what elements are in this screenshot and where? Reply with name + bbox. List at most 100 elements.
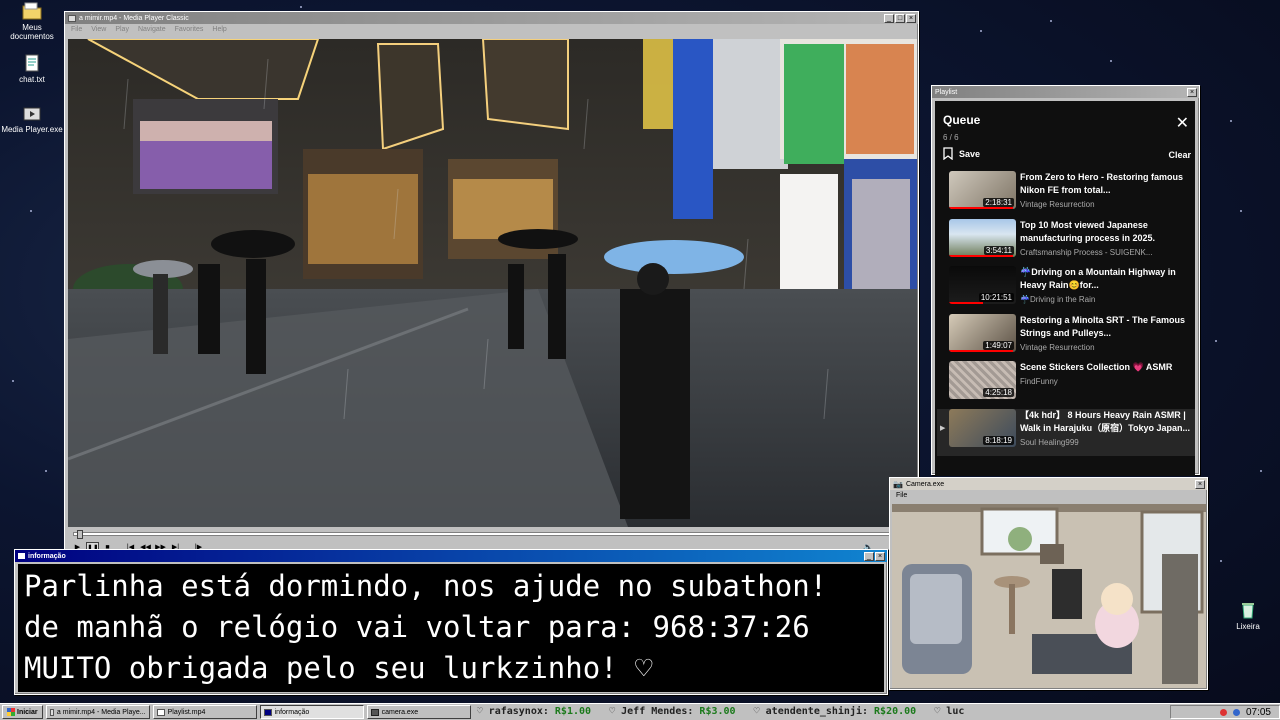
video-frame[interactable]	[68, 39, 917, 527]
system-tray: 07:05	[1170, 705, 1280, 719]
text-file-icon	[22, 54, 42, 72]
bookmark-icon	[943, 147, 953, 160]
desktop-icon-media-player[interactable]: Media Player.exe	[0, 104, 64, 134]
info-titlebar[interactable]: informação _ ×	[15, 550, 887, 562]
queue-item[interactable]: 10:21:51 ☔Driving on a Mountain Highway …	[937, 266, 1195, 314]
duration-badge: 2:18:31	[983, 198, 1014, 207]
close-button[interactable]: ×	[1187, 87, 1197, 97]
donation-amount: R$1.00	[554, 706, 592, 717]
maximize-button[interactable]: □	[895, 13, 905, 23]
donor-name: luc	[946, 706, 965, 717]
media-player-title: a mimir.mp4 - Media Player Classic	[79, 14, 189, 22]
desktop-icon-label: Meus documentos	[10, 23, 54, 41]
start-label: Iniciar	[17, 708, 38, 716]
queue-item[interactable]: 2:18:31 From Zero to Hero - Restoring fa…	[937, 171, 1195, 219]
recycle-bin-icon	[1238, 601, 1258, 619]
taskbar-item-camera[interactable]: camera.exe	[366, 705, 471, 719]
camera-titlebar[interactable]: 📷 Camera.exe ×	[890, 478, 1207, 490]
menu-view[interactable]: View	[91, 26, 106, 33]
queue-item-now-playing[interactable]: ▶ 8:18:19 【4k hdr】 8 Hours Heavy Rain AS…	[937, 408, 1195, 456]
window-icon	[156, 708, 165, 716]
close-icon[interactable]: ✕	[1176, 113, 1189, 133]
queue-item[interactable]: 3:54:11 Top 10 Most viewed Japanese manu…	[937, 218, 1195, 267]
info-line: Parlinha está dormindo, nos ajude no sub…	[24, 569, 828, 603]
duration-badge: 4:25:18	[983, 388, 1014, 397]
queue-item[interactable]: 1:49:07 Restoring a Minolta SRT - The Fa…	[937, 313, 1195, 362]
channel-name: Soul Healing999	[1020, 437, 1079, 447]
video-title: Restoring a Minolta SRT - The Famous Str…	[1020, 314, 1186, 338]
queue-header: Queue	[943, 113, 981, 127]
media-player-titlebar[interactable]: a mimir.mp4 - Media Player Classic _ □ ×	[65, 12, 918, 24]
playlist-window[interactable]: Playlist × Queue 6 / 6 ✕ Save Clear 2:18…	[931, 85, 1200, 476]
menu-favorites[interactable]: Favorites	[175, 26, 204, 33]
now-playing-icon: ▶	[940, 424, 946, 432]
channel-name: FindFunny	[1020, 377, 1058, 386]
taskbar-item-label: a mimir.mp4 - Media Playe...	[56, 708, 146, 716]
video-thumbnail: 4:25:18	[949, 361, 1016, 399]
room-scene	[892, 504, 1206, 688]
media-player-app-icon	[68, 14, 76, 22]
menu-play[interactable]: Play	[115, 26, 129, 33]
minimize-button[interactable]: _	[864, 551, 874, 561]
camera-app-icon: 📷	[893, 479, 903, 489]
donation-amount: R$20.00	[874, 706, 917, 717]
menu-file[interactable]: File	[71, 26, 82, 33]
tray-icon[interactable]	[1232, 708, 1240, 716]
queue-item[interactable]: 4:25:18 Scene Stickers Collection 💗 ASMR…	[937, 361, 1195, 409]
save-label: Save	[959, 148, 981, 159]
channel-name: Vintage Resurrection	[1020, 200, 1095, 209]
clock: 07:05	[1245, 706, 1271, 718]
close-button[interactable]: ×	[875, 551, 885, 561]
window-app-icon	[18, 553, 25, 559]
playlist-titlebar[interactable]: Playlist ×	[932, 86, 1199, 98]
windows-logo-icon	[7, 708, 15, 716]
camera-icon	[370, 708, 379, 716]
menu-navigate[interactable]: Navigate	[138, 26, 166, 33]
info-window[interactable]: informação _ × Parlinha está dormindo, n…	[14, 549, 888, 695]
menu-file[interactable]: File	[896, 492, 907, 499]
playlist-window-title: Playlist	[935, 88, 958, 96]
video-thumbnail: 3:54:11	[949, 218, 1016, 257]
close-button[interactable]: ×	[906, 13, 916, 23]
watch-progress	[949, 254, 1013, 257]
duration-badge: 1:49:07	[983, 340, 1014, 350]
minimize-button[interactable]: _	[884, 13, 894, 23]
close-button[interactable]: ×	[1195, 479, 1205, 489]
menu-help[interactable]: Help	[212, 26, 226, 33]
camera-menubar: File	[890, 490, 1207, 501]
start-button[interactable]: Iniciar	[2, 705, 43, 719]
desktop-icon-label: chat.txt	[19, 75, 45, 84]
media-player-window[interactable]: a mimir.mp4 - Media Player Classic _ □ ×…	[64, 11, 919, 553]
video-title: ☔Driving on a Mountain Highway in Heavy …	[1020, 267, 1176, 290]
save-button[interactable]: Save	[943, 147, 980, 160]
video-thumbnail: 2:18:31	[949, 171, 1016, 209]
watch-progress	[949, 207, 1013, 209]
desktop-icon-documents[interactable]: Meus documentos	[0, 2, 64, 41]
clear-button[interactable]: Clear	[1168, 150, 1191, 160]
donation-amount: R$3.00	[699, 706, 736, 717]
info-window-title: informação	[28, 552, 66, 560]
channel-name: ☔Driving in the Rain	[1020, 295, 1096, 304]
video-thumbnail: 10:21:51	[949, 266, 1016, 304]
desktop-icon-recycle-bin[interactable]: Lixeira	[1216, 601, 1280, 631]
taskbar-item-informacao[interactable]: informação	[259, 705, 364, 719]
taskbar-item-playlist[interactable]: Playlist.mp4	[152, 705, 257, 719]
donation-ticker: ♡ rafasynox: R$1.00 ♡ Jeff Mendes: R$3.0…	[476, 706, 965, 717]
tray-icon[interactable]	[1219, 708, 1227, 716]
donor-name: atendente_shinji	[765, 706, 862, 717]
desktop-icon-chat[interactable]: chat.txt	[0, 54, 64, 84]
queue-count: 6 / 6	[943, 133, 959, 142]
queue-list: 2:18:31 From Zero to Hero - Restoring fa…	[937, 171, 1195, 456]
channel-name: Vintage Resurrection	[1020, 342, 1095, 352]
taskbar-item-media-player[interactable]: a mimir.mp4 - Media Playe...	[45, 705, 150, 719]
camera-window[interactable]: 📷 Camera.exe × File	[889, 477, 1208, 690]
taskbar: Iniciar a mimir.mp4 - Media Playe... Pla…	[0, 703, 1280, 720]
seek-bar[interactable]	[73, 530, 913, 539]
duration-badge: 8:18:19	[983, 435, 1014, 445]
rainy-street-scene	[68, 39, 917, 527]
video-thumbnail: 1:49:07	[949, 313, 1016, 352]
video-title: From Zero to Hero - Restoring famous Nik…	[1020, 172, 1184, 195]
seek-thumb[interactable]	[76, 530, 83, 539]
taskbar-item-label: informação	[274, 708, 310, 716]
info-line: MUITO obrigada pelo seu lurkzinho! ♡	[24, 651, 653, 685]
